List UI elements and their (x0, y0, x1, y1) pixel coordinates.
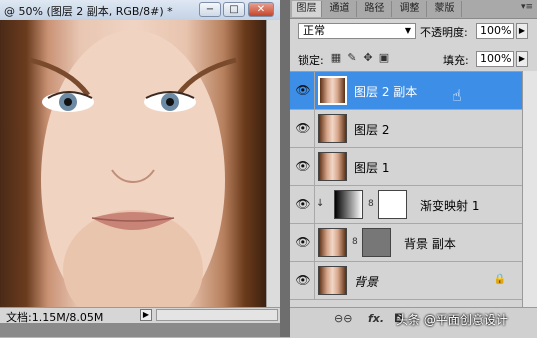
eye-icon[interactable]: 👁 (293, 270, 313, 290)
opacity-stepper[interactable]: ▶ (516, 23, 528, 39)
layer-name[interactable]: 背景 (354, 273, 378, 290)
minimize-button[interactable]: − (199, 2, 221, 17)
opacity-label: 不透明度: (420, 26, 468, 39)
window-bottom-strip (0, 323, 280, 337)
watermark: 头条 @平面创意设计 (396, 313, 508, 327)
layer-row[interactable]: 👁 图层 1 (290, 148, 522, 186)
gradient-map-thumbnail (334, 190, 363, 219)
clip-arrow-icon: ↓ (316, 198, 325, 209)
link-icon[interactable]: ⊖⊖ (334, 312, 352, 325)
eye-icon[interactable]: 👁 (293, 80, 313, 100)
blend-mode-select[interactable]: 正常 ▼ (298, 23, 416, 39)
fx-icon[interactable]: fx. (368, 312, 384, 325)
lock-transparent-icon[interactable]: ▦ (330, 52, 342, 64)
lock-all-icon[interactable]: ▣ (378, 52, 390, 64)
layer-list: 👁 图层 2 副本 ☝ 👁 图层 2 👁 图层 1 👁 ↓ 8 渐变映射 1 👁… (290, 71, 522, 308)
horizontal-scrollbar[interactable] (156, 309, 278, 321)
tab-paths[interactable]: 路径 (358, 1, 392, 17)
panel-divider (280, 0, 290, 337)
layer-name[interactable]: 渐变映射 1 (420, 197, 479, 214)
layer-row[interactable]: 👁 图层 2 副本 ☝ (290, 72, 522, 110)
eye-icon[interactable]: 👁 (293, 156, 313, 176)
layer-row[interactable]: 👁 ↓ 8 渐变映射 1 (290, 186, 522, 224)
fill-stepper[interactable]: ▶ (516, 51, 528, 67)
layer-name[interactable]: 图层 2 副本 (354, 83, 417, 100)
layer-thumbnail (318, 114, 347, 143)
hand-cursor-icon: ☝ (452, 86, 462, 105)
blend-mode-value: 正常 (303, 24, 325, 37)
status-menu-arrow-icon[interactable]: ▶ (140, 309, 152, 321)
eye-icon[interactable]: 👁 (293, 232, 313, 252)
tab-layers[interactable]: 图层 (292, 1, 322, 17)
eye-icon[interactable]: 👁 (293, 118, 313, 138)
fill-label: 填充: (443, 54, 469, 67)
image-canvas[interactable] (0, 20, 266, 307)
chain-link-icon[interactable]: 8 (368, 199, 374, 209)
lock-label: 锁定: (298, 54, 324, 67)
document-title: @ 50% (图层 2 副本, RGB/8#) * (4, 5, 173, 18)
layers-panel: 图层 通道 路径 调整 蒙版 ▾≡ 正常 ▼ 不透明度: 100% ▶ 锁定: … (290, 0, 537, 338)
layer-list-scrollbar[interactable] (522, 71, 537, 307)
opacity-input[interactable]: 100% (476, 23, 514, 39)
document-window: @ 50% (图层 2 副本, RGB/8#) * − □ ✕ 文档:1.15M… (0, 0, 280, 337)
panel-tabs: 图层 通道 路径 调整 蒙版 ▾≡ (290, 0, 537, 19)
layer-thumbnail (318, 152, 347, 181)
chain-link-icon[interactable]: 8 (352, 237, 358, 247)
layer-name[interactable]: 图层 1 (354, 159, 389, 176)
tab-adjustments[interactable]: 调整 (393, 1, 427, 17)
layer-mask-thumbnail (378, 190, 407, 219)
layer-row[interactable]: 👁 8 背景 副本 (290, 224, 522, 262)
layer-name[interactable]: 背景 副本 (404, 235, 456, 252)
lock-move-icon[interactable]: ✥ (362, 52, 374, 64)
layer-thumbnail (318, 228, 347, 257)
layer-row[interactable]: 👁 图层 2 (290, 110, 522, 148)
layer-mask-thumbnail (362, 228, 391, 257)
lock-icon: 🔒 (493, 274, 506, 285)
layer-thumbnail (318, 266, 347, 295)
lock-brush-icon[interactable]: ✎ (346, 52, 358, 64)
tab-channels[interactable]: 通道 (323, 1, 357, 17)
fill-input[interactable]: 100% (476, 51, 514, 67)
chevron-down-icon: ▼ (404, 26, 411, 35)
layer-row[interactable]: 👁 背景 🔒 (290, 262, 522, 300)
layer-thumbnail (318, 76, 347, 105)
layer-name[interactable]: 图层 2 (354, 121, 389, 138)
vertical-scrollbar[interactable] (266, 20, 280, 307)
portrait-image (29, 30, 237, 307)
close-button[interactable]: ✕ (248, 2, 274, 17)
maximize-button[interactable]: □ (223, 2, 245, 17)
tab-masks[interactable]: 蒙版 (428, 1, 462, 17)
panel-menu-icon[interactable]: ▾≡ (521, 2, 533, 12)
eye-icon[interactable]: 👁 (293, 194, 313, 214)
document-title-bar[interactable]: @ 50% (图层 2 副本, RGB/8#) * − □ ✕ (0, 0, 280, 21)
